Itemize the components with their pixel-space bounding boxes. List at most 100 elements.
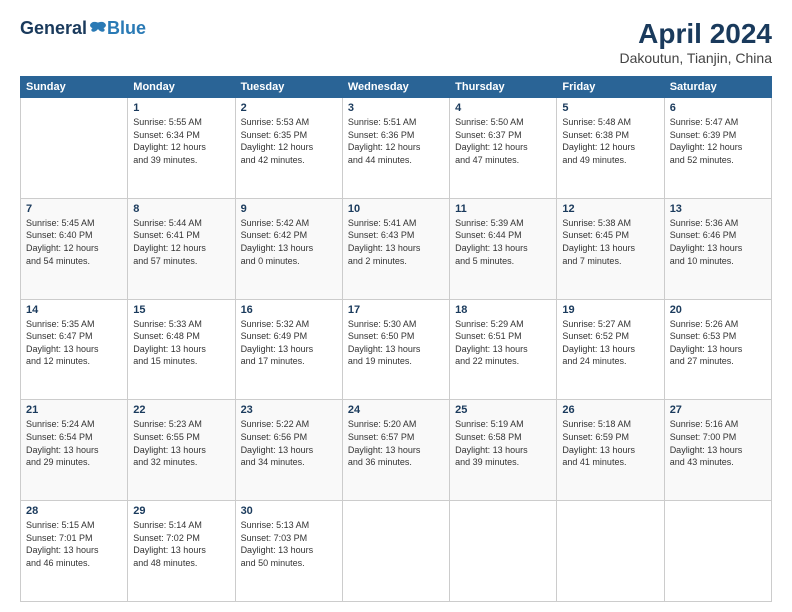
- day-number: 3: [348, 102, 444, 114]
- calendar-cell: 20 Sunrise: 5:26 AM Sunset: 6:53 PM Dayli…: [664, 299, 771, 400]
- calendar-cell: 13Sunrise: 5:36 AM Sunset: 6:46 PM Dayli…: [664, 198, 771, 299]
- day-number: 2: [241, 102, 337, 114]
- logo: General Blue: [20, 18, 146, 39]
- calendar-cell: 18 Sunrise: 5:29 AM Sunset: 6:51 PM Dayli…: [450, 299, 557, 400]
- calendar-cell: 11 Sunrise: 5:39 AM Sunset: 6:44 PM Dayli…: [450, 198, 557, 299]
- page-title: April 2024: [619, 18, 772, 50]
- day-number: 10: [348, 203, 444, 215]
- day-number: 6: [670, 102, 766, 114]
- calendar-header: Sunday Monday Tuesday Wednesday Thursday…: [21, 77, 772, 98]
- col-tuesday: Tuesday: [235, 77, 342, 98]
- header: General Blue April 2024 Dakoutun, Tianji…: [20, 18, 772, 66]
- calendar-body: 1 Sunrise: 5:55 AM Sunset: 6:34 PM Daylig…: [21, 98, 772, 602]
- calendar-table: Sunday Monday Tuesday Wednesday Thursday…: [20, 76, 772, 602]
- day-number: 18: [455, 304, 551, 316]
- day-info: Sunrise: 5:38 AM Sunset: 6:45 PM Dayligh…: [562, 217, 658, 267]
- day-info: Sunrise: 5:47 AM Sunset: 6:39 PM Dayligh…: [670, 116, 766, 166]
- day-info: Sunrise: 5:26 AM Sunset: 6:53 PM Dayligh…: [670, 318, 766, 368]
- day-number: 17: [348, 304, 444, 316]
- day-number: 8: [133, 203, 229, 215]
- calendar-week-2: 7 Sunrise: 5:45 AM Sunset: 6:40 PM Daylig…: [21, 198, 772, 299]
- calendar-cell: 8 Sunrise: 5:44 AM Sunset: 6:41 PM Daylig…: [128, 198, 235, 299]
- calendar-cell: [664, 501, 771, 602]
- day-info: Sunrise: 5:24 AM Sunset: 6:54 PM Dayligh…: [26, 418, 122, 468]
- day-info: Sunrise: 5:18 AM Sunset: 6:59 PM Dayligh…: [562, 418, 658, 468]
- day-info: Sunrise: 5:51 AM Sunset: 6:36 PM Dayligh…: [348, 116, 444, 166]
- day-number: 26: [562, 404, 658, 416]
- logo-general: General: [20, 18, 87, 39]
- day-info: Sunrise: 5:45 AM Sunset: 6:40 PM Dayligh…: [26, 217, 122, 267]
- day-number: 5: [562, 102, 658, 114]
- day-number: 16: [241, 304, 337, 316]
- day-number: 12: [562, 203, 658, 215]
- col-sunday: Sunday: [21, 77, 128, 98]
- day-info: Sunrise: 5:16 AM Sunset: 7:00 PM Dayligh…: [670, 418, 766, 468]
- calendar-cell: 3 Sunrise: 5:51 AM Sunset: 6:36 PM Daylig…: [342, 98, 449, 199]
- day-info: Sunrise: 5:27 AM Sunset: 6:52 PM Dayligh…: [562, 318, 658, 368]
- day-number: 14: [26, 304, 122, 316]
- day-number: 21: [26, 404, 122, 416]
- calendar-cell: 19Sunrise: 5:27 AM Sunset: 6:52 PM Dayli…: [557, 299, 664, 400]
- calendar-cell: [342, 501, 449, 602]
- calendar-week-4: 21 Sunrise: 5:24 AM Sunset: 6:54 PM Dayli…: [21, 400, 772, 501]
- day-info: Sunrise: 5:55 AM Sunset: 6:34 PM Dayligh…: [133, 116, 229, 166]
- day-info: Sunrise: 5:39 AM Sunset: 6:44 PM Dayligh…: [455, 217, 551, 267]
- calendar-week-5: 28 Sunrise: 5:15 AM Sunset: 7:01 PM Dayli…: [21, 501, 772, 602]
- day-info: Sunrise: 5:23 AM Sunset: 6:55 PM Dayligh…: [133, 418, 229, 468]
- day-info: Sunrise: 5:15 AM Sunset: 7:01 PM Dayligh…: [26, 519, 122, 569]
- calendar-cell: 10Sunrise: 5:41 AM Sunset: 6:43 PM Dayli…: [342, 198, 449, 299]
- day-number: 20: [670, 304, 766, 316]
- calendar-cell: 26 Sunrise: 5:18 AM Sunset: 6:59 PM Dayli…: [557, 400, 664, 501]
- day-number: 4: [455, 102, 551, 114]
- calendar-cell: 1 Sunrise: 5:55 AM Sunset: 6:34 PM Daylig…: [128, 98, 235, 199]
- calendar-cell: [557, 501, 664, 602]
- day-info: Sunrise: 5:20 AM Sunset: 6:57 PM Dayligh…: [348, 418, 444, 468]
- calendar-cell: 22Sunrise: 5:23 AM Sunset: 6:55 PM Dayli…: [128, 400, 235, 501]
- calendar-cell: [21, 98, 128, 199]
- calendar-cell: 30 Sunrise: 5:13 AM Sunset: 7:03 PM Dayli…: [235, 501, 342, 602]
- day-number: 1: [133, 102, 229, 114]
- day-number: 27: [670, 404, 766, 416]
- calendar-cell: [450, 501, 557, 602]
- calendar-cell: 7 Sunrise: 5:45 AM Sunset: 6:40 PM Daylig…: [21, 198, 128, 299]
- title-block: April 2024 Dakoutun, Tianjin, China: [619, 18, 772, 66]
- day-info: Sunrise: 5:14 AM Sunset: 7:02 PM Dayligh…: [133, 519, 229, 569]
- day-info: Sunrise: 5:42 AM Sunset: 6:42 PM Dayligh…: [241, 217, 337, 267]
- day-number: 23: [241, 404, 337, 416]
- calendar-cell: 12 Sunrise: 5:38 AM Sunset: 6:45 PM Dayli…: [557, 198, 664, 299]
- calendar: Sunday Monday Tuesday Wednesday Thursday…: [20, 76, 772, 602]
- day-number: 25: [455, 404, 551, 416]
- day-info: Sunrise: 5:29 AM Sunset: 6:51 PM Dayligh…: [455, 318, 551, 368]
- calendar-cell: 6 Sunrise: 5:47 AM Sunset: 6:39 PM Daylig…: [664, 98, 771, 199]
- calendar-cell: 2 Sunrise: 5:53 AM Sunset: 6:35 PM Daylig…: [235, 98, 342, 199]
- day-info: Sunrise: 5:53 AM Sunset: 6:35 PM Dayligh…: [241, 116, 337, 166]
- calendar-week-1: 1 Sunrise: 5:55 AM Sunset: 6:34 PM Daylig…: [21, 98, 772, 199]
- day-number: 9: [241, 203, 337, 215]
- day-number: 28: [26, 505, 122, 517]
- day-info: Sunrise: 5:13 AM Sunset: 7:03 PM Dayligh…: [241, 519, 337, 569]
- col-friday: Friday: [557, 77, 664, 98]
- calendar-cell: 21 Sunrise: 5:24 AM Sunset: 6:54 PM Dayli…: [21, 400, 128, 501]
- calendar-cell: 17 Sunrise: 5:30 AM Sunset: 6:50 PM Dayli…: [342, 299, 449, 400]
- calendar-cell: 14 Sunrise: 5:35 AM Sunset: 6:47 PM Dayli…: [21, 299, 128, 400]
- day-number: 29: [133, 505, 229, 517]
- calendar-cell: 28 Sunrise: 5:15 AM Sunset: 7:01 PM Dayli…: [21, 501, 128, 602]
- day-number: 11: [455, 203, 551, 215]
- day-info: Sunrise: 5:30 AM Sunset: 6:50 PM Dayligh…: [348, 318, 444, 368]
- calendar-cell: 5Sunrise: 5:48 AM Sunset: 6:38 PM Daylig…: [557, 98, 664, 199]
- calendar-cell: 25 Sunrise: 5:19 AM Sunset: 6:58 PM Dayli…: [450, 400, 557, 501]
- day-number: 15: [133, 304, 229, 316]
- calendar-cell: 23Sunrise: 5:22 AM Sunset: 6:56 PM Dayli…: [235, 400, 342, 501]
- day-number: 30: [241, 505, 337, 517]
- day-info: Sunrise: 5:35 AM Sunset: 6:47 PM Dayligh…: [26, 318, 122, 368]
- day-info: Sunrise: 5:44 AM Sunset: 6:41 PM Dayligh…: [133, 217, 229, 267]
- logo-blue: Blue: [107, 18, 146, 39]
- day-info: Sunrise: 5:19 AM Sunset: 6:58 PM Dayligh…: [455, 418, 551, 468]
- page: General Blue April 2024 Dakoutun, Tianji…: [0, 0, 792, 612]
- calendar-cell: 4Sunrise: 5:50 AM Sunset: 6:37 PM Daylig…: [450, 98, 557, 199]
- calendar-cell: 24Sunrise: 5:20 AM Sunset: 6:57 PM Dayli…: [342, 400, 449, 501]
- col-monday: Monday: [128, 77, 235, 98]
- day-info: Sunrise: 5:33 AM Sunset: 6:48 PM Dayligh…: [133, 318, 229, 368]
- day-number: 7: [26, 203, 122, 215]
- header-row: Sunday Monday Tuesday Wednesday Thursday…: [21, 77, 772, 98]
